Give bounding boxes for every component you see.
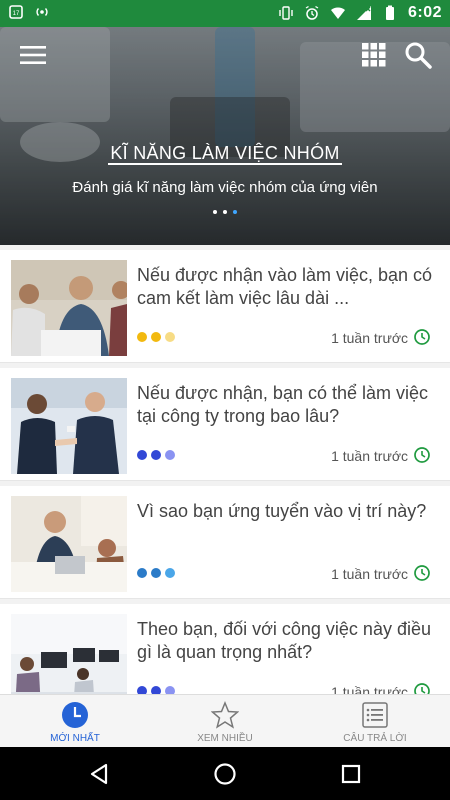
carousel-dots[interactable] — [0, 210, 450, 214]
difficulty-rating — [137, 450, 175, 460]
hamburger-menu-icon[interactable] — [20, 45, 46, 65]
svg-text:17: 17 — [13, 11, 20, 17]
rating-dot — [165, 332, 175, 342]
question-meta: 1 tuần trước — [137, 328, 437, 348]
question-time: 1 tuần trước — [331, 330, 408, 346]
question-time: 1 tuần trước — [331, 566, 408, 582]
rating-dot — [151, 450, 161, 460]
clock-icon — [414, 683, 430, 694]
rating-dot — [137, 332, 147, 342]
clock-icon — [414, 565, 430, 581]
question-card[interactable]: Nếu được nhận, bạn có thể làm việc tại c… — [0, 368, 450, 481]
rating-dot — [165, 686, 175, 694]
system-navigation-bar — [0, 747, 450, 800]
rating-dot — [165, 568, 175, 578]
back-icon[interactable] — [86, 761, 112, 787]
carousel-dot[interactable] — [213, 210, 217, 214]
bottom-navigation: MỚI NHẤT XEM NHIỀU CÂU TRẢ LỜI — [0, 694, 450, 748]
home-icon[interactable] — [212, 761, 238, 787]
clock-time: 6:02 — [407, 4, 442, 21]
wifi-icon — [330, 7, 345, 19]
star-icon — [211, 701, 239, 729]
question-card[interactable]: Vì sao bạn ứng tuyển vào vị trí này? 1 t… — [0, 486, 450, 599]
tab-label: XEM NHIỀU — [197, 733, 253, 744]
rating-dot — [137, 450, 147, 460]
carousel-dot[interactable] — [223, 210, 227, 214]
hero-subtitle: Đánh giá kĩ năng làm việc nhóm của ứng v… — [72, 179, 378, 196]
difficulty-rating — [137, 686, 175, 694]
sim-icon: 17 — [9, 5, 23, 19]
alarm-icon — [305, 5, 319, 20]
question-title: Nếu được nhận, bạn có thể làm việc tại c… — [137, 383, 429, 426]
difficulty-rating — [137, 332, 175, 342]
rating-dot — [137, 686, 147, 694]
tab-answers[interactable]: CÂU TRẢ LỜI — [300, 695, 450, 748]
rating-dot — [151, 568, 161, 578]
rating-dot — [151, 686, 161, 694]
question-time: 1 tuần trước — [331, 684, 408, 694]
battery-icon — [385, 5, 394, 20]
hero-title: KĨ NĂNG LÀM VIỆC NHÓM — [108, 143, 342, 165]
question-title: Theo bạn, đối với công việc này điều gì … — [137, 619, 431, 662]
rating-dot — [165, 450, 175, 460]
signal-icon — [356, 6, 371, 20]
question-time: 1 tuần trước — [331, 448, 408, 464]
question-title: Vì sao bạn ứng tuyển vào vị trí này? — [137, 501, 427, 521]
tab-label: MỚI NHẤT — [50, 733, 100, 744]
grid-icon[interactable] — [362, 43, 386, 67]
clock-icon — [414, 447, 430, 463]
vibrate-icon — [279, 6, 293, 20]
question-title: Nếu được nhận vào làm việc, bạn có cam k… — [137, 265, 433, 308]
rating-dot — [151, 332, 161, 342]
clock-icon — [62, 702, 88, 728]
question-meta: 1 tuần trước — [137, 446, 437, 466]
hero-banner[interactable]: KĨ NĂNG LÀM VIỆC NHÓM Đánh giá kĩ năng l… — [0, 27, 450, 245]
list-icon — [362, 702, 388, 728]
difficulty-rating — [137, 568, 175, 578]
clock-icon — [414, 329, 430, 345]
rating-dot — [137, 568, 147, 578]
search-icon[interactable] — [404, 41, 432, 69]
status-bar: 17 6:02 — [0, 0, 450, 27]
tab-most-viewed[interactable]: XEM NHIỀU — [150, 695, 300, 748]
question-list[interactable]: Nếu được nhận vào làm việc, bạn có cam k… — [0, 250, 450, 694]
tab-newest[interactable]: MỚI NHẤT — [0, 695, 150, 748]
question-card[interactable]: Nếu được nhận vào làm việc, bạn có cam k… — [0, 250, 450, 363]
question-thumbnail-image — [11, 378, 127, 474]
question-meta: 1 tuần trước — [137, 682, 437, 694]
carousel-dot-active[interactable] — [233, 210, 237, 214]
question-thumbnail-image — [11, 496, 127, 592]
question-meta: 1 tuần trước — [137, 564, 437, 584]
tab-label: CÂU TRẢ LỜI — [343, 733, 407, 744]
question-thumbnail-image — [11, 614, 127, 694]
hotspot-icon — [36, 8, 48, 16]
question-thumbnail-image — [11, 260, 127, 356]
question-card[interactable]: Theo bạn, đối với công việc này điều gì … — [0, 604, 450, 694]
recents-icon[interactable] — [338, 761, 364, 787]
